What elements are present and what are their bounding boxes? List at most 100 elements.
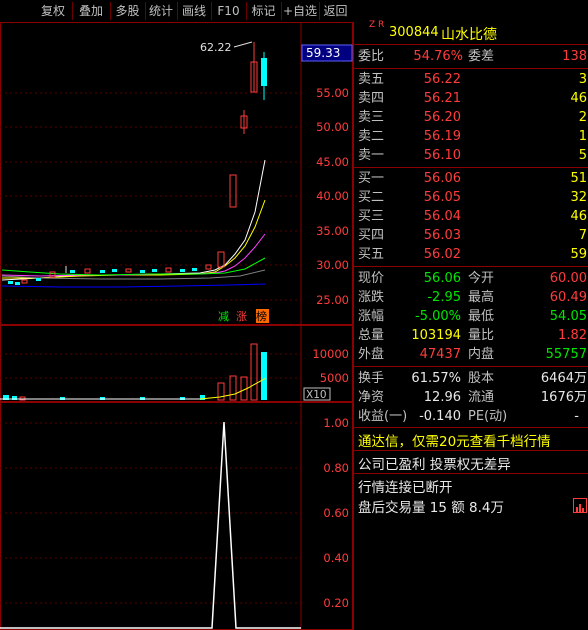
bid-row-2[interactable]: 买二 56.05 32	[354, 188, 588, 207]
tag-rank: 榜	[256, 309, 267, 323]
restore-rights-button[interactable]: 复权	[34, 2, 73, 20]
price-tick: 50.00	[316, 120, 349, 134]
bid-row-3[interactable]: 买三 56.04 46	[354, 207, 588, 226]
ask-price: 56.21	[423, 91, 461, 106]
bid-label: 买一	[358, 171, 385, 186]
fund-label: 股本	[468, 371, 495, 386]
volume-ratio: 1.82	[558, 328, 587, 343]
ask-label: 卖三	[358, 110, 385, 125]
bid-price: 56.04	[423, 209, 461, 224]
stock-code: 300844	[389, 25, 439, 40]
ask-row-4[interactable]: 卖四 56.21 46	[354, 89, 588, 108]
outer-volume: 47437	[419, 347, 461, 362]
current-price: 56.06	[423, 271, 461, 286]
volume-bars	[0, 343, 267, 401]
price-tick: 55.00	[316, 86, 349, 100]
indicator-line	[0, 421, 301, 629]
bid-volume: 51	[570, 171, 587, 186]
statistics-button[interactable]: 统计	[145, 2, 178, 20]
ask-label: 卖四	[358, 91, 385, 106]
current-price-label: 59.33	[306, 46, 340, 60]
weicha-label: 委差	[468, 49, 495, 64]
f10-button[interactable]: F10	[211, 2, 247, 20]
quote-row-pct: 涨幅 -5.00% 最低 54.05	[354, 307, 588, 326]
bid-row-5[interactable]: 买五 56.02 59	[354, 245, 588, 264]
connection-status: 行情连接已断开	[358, 480, 453, 496]
high-price: 60.49	[549, 290, 587, 305]
high-marker-label: 62.22	[200, 41, 232, 54]
weicha-value: 138	[562, 49, 587, 64]
change-value: -2.95	[427, 290, 461, 305]
quote-panel: Z R 300844 山水比德 委比 54.76% 委差 138 卖五 56.2…	[353, 20, 588, 630]
volume-tick: 5000	[320, 371, 349, 385]
float-shares: 1676万	[540, 390, 587, 405]
multi-stock-button[interactable]: 多股	[110, 2, 146, 20]
bid-price: 56.05	[423, 190, 461, 205]
price-tick: 30.00	[316, 258, 349, 272]
fund-label: 净资	[358, 390, 385, 405]
quote-label: 内盘	[468, 347, 495, 362]
volume-unit: X10	[306, 389, 327, 401]
quote-row-outer: 外盘 47437 内盘 55757	[354, 345, 588, 364]
promo-link[interactable]: 通达信，仅需20元查看千档行情	[358, 430, 551, 450]
overlay-button[interactable]: 叠加	[72, 2, 111, 20]
indicator-tick: 1.00	[323, 416, 349, 430]
add-watchlist-button[interactable]: +自选	[281, 2, 320, 20]
ma120-line	[1, 283, 266, 288]
ask-label: 卖五	[358, 72, 385, 87]
open-price: 60.00	[549, 271, 587, 286]
stock-badge: Z R	[369, 20, 385, 30]
quote-row-volume: 总量 103194 量比 1.82	[354, 326, 588, 345]
ask-price: 56.10	[423, 148, 461, 163]
bid-price: 56.03	[423, 228, 461, 243]
fund-row-turnover: 换手 61.57% 股本 6464万	[354, 369, 588, 388]
pe-value: -	[574, 409, 579, 424]
bid-volume: 7	[578, 228, 587, 243]
ma5-line	[1, 159, 266, 281]
ask-price: 56.19	[423, 129, 461, 144]
ma30-line	[1, 257, 266, 276]
weibi-value: 54.76%	[413, 49, 463, 64]
ask-price: 56.20	[423, 110, 461, 125]
change-percent: -5.00%	[415, 309, 461, 324]
ask-price: 56.22	[423, 72, 461, 87]
bid-price: 56.06	[423, 171, 461, 186]
bid-label: 买三	[358, 209, 385, 224]
draw-line-button[interactable]: 画线	[177, 2, 212, 20]
ask-label: 卖一	[358, 148, 385, 163]
quote-label: 今开	[468, 271, 495, 286]
fund-label: 流通	[468, 390, 495, 405]
bar-chart-icon[interactable]	[573, 498, 587, 513]
bid-row-4[interactable]: 买四 56.03 7	[354, 226, 588, 245]
quote-label: 涨跌	[358, 290, 385, 305]
fund-row-eps: 收益(一) -0.140 PE(动) -	[354, 407, 588, 426]
bid-volume: 59	[570, 247, 587, 262]
quote-label: 总量	[358, 328, 385, 343]
bid-label: 买四	[358, 228, 385, 243]
ask-volume: 3	[578, 72, 587, 87]
ask-volume: 1	[578, 129, 587, 144]
ask-volume: 2	[578, 110, 587, 125]
inner-volume: 55757	[545, 347, 587, 362]
quote-label: 最高	[468, 290, 495, 305]
kline-chart[interactable]: 55.00 50.00 45.00 40.00 35.00 30.00 25.0…	[0, 22, 353, 630]
ask-volume: 46	[570, 91, 587, 106]
ask-row-3[interactable]: 卖三 56.20 2	[354, 108, 588, 127]
volume-tick: 10000	[312, 347, 349, 361]
bid-volume: 46	[570, 209, 587, 224]
ask-row-2[interactable]: 卖二 56.19 1	[354, 127, 588, 146]
ask-row-5[interactable]: 卖五 56.22 3	[354, 70, 588, 89]
bid-label: 买五	[358, 247, 385, 262]
indicator-tick: 0.20	[323, 596, 349, 610]
price-tick: 25.00	[316, 293, 349, 307]
back-button[interactable]: 返回	[319, 2, 352, 20]
bid-price: 56.02	[423, 247, 461, 262]
profit-notice: 公司已盈利 投票权无差异	[358, 457, 511, 473]
ask-row-1[interactable]: 卖一 56.10 5	[354, 146, 588, 165]
ma20-line	[1, 233, 266, 277]
total-volume: 103194	[411, 328, 461, 343]
net-asset: 12.96	[423, 390, 461, 405]
bid-row-1[interactable]: 买一 56.06 51	[354, 169, 588, 188]
mark-button[interactable]: 标记	[246, 2, 282, 20]
quote-label: 外盘	[358, 347, 385, 362]
